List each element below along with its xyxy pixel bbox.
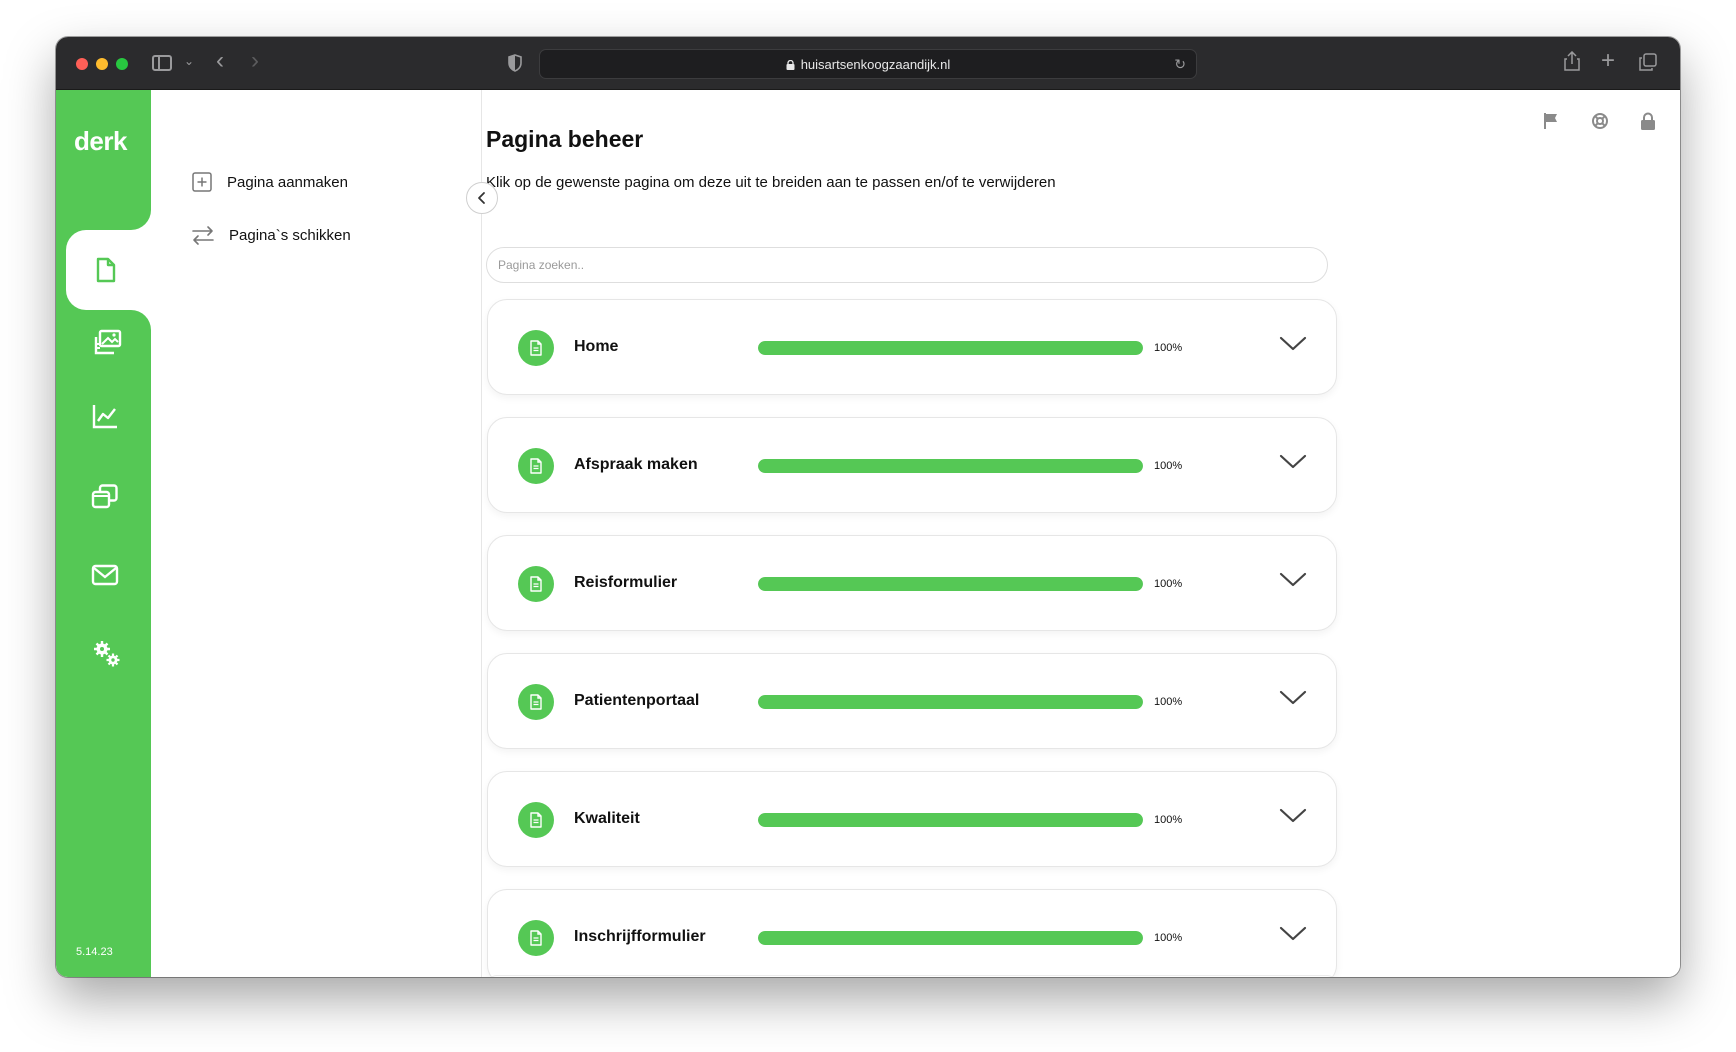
media-icon[interactable] (92, 327, 122, 357)
lock-icon[interactable] (1640, 112, 1656, 135)
minimize-window-button[interactable] (96, 58, 108, 70)
expand-chevron-icon[interactable] (1278, 924, 1308, 944)
rail-notch-bottom (131, 310, 151, 330)
collapse-panel-button[interactable] (466, 182, 498, 214)
page-progress-label: 100% (1154, 696, 1183, 708)
page-card-title: Inschrijfformulier (574, 928, 706, 945)
page-card[interactable]: Patientenportaal 100% (487, 653, 1337, 749)
page-card[interactable]: Inschrijfformulier 100% (487, 889, 1337, 977)
page-progress-fill (758, 813, 1143, 827)
forward-icon[interactable]: › (251, 49, 259, 73)
sidebar-toggle-icon[interactable] (152, 55, 172, 71)
expand-chevron-icon[interactable] (1278, 688, 1308, 708)
page-progress-label: 100% (1154, 932, 1183, 944)
page-progress-fill (758, 695, 1143, 709)
browser-titlebar: ⌄ ‹ › huisartsenkoogzaandijk.nl ↻ + (56, 37, 1680, 90)
page-progress-bar (758, 931, 1143, 945)
page-progress-fill (758, 931, 1143, 945)
cms-app: derk 5.14.23 Pagina aanmaken Pagina`s sc… (56, 90, 1680, 977)
app-version: 5.14.23 (76, 946, 113, 958)
privacy-shield-icon[interactable] (508, 54, 522, 72)
page-progress-bar (758, 459, 1143, 473)
page-card-title: Reisformulier (574, 574, 678, 591)
subnav-item-arrange-pages[interactable]: Pagina`s schikken (191, 224, 351, 246)
url-text: huisartsenkoogzaandijk.nl (800, 57, 951, 72)
statistics-icon[interactable] (90, 401, 120, 431)
document-icon[interactable] (90, 255, 120, 285)
page-file-icon (518, 566, 554, 602)
page-progress-fill (758, 341, 1143, 355)
page-progress-bar (758, 577, 1143, 591)
page-progress-label: 100% (1154, 342, 1183, 354)
plus-square-icon (191, 171, 213, 193)
page-search-input[interactable] (486, 247, 1328, 283)
page-card-title: Kwaliteit (574, 810, 640, 827)
page-progress-bar (758, 695, 1143, 709)
page-file-icon (518, 920, 554, 956)
page-file-icon (518, 684, 554, 720)
app-logo[interactable]: derk (74, 126, 127, 157)
page-file-icon (518, 802, 554, 838)
page-progress-label: 100% (1154, 814, 1183, 826)
new-tab-icon[interactable]: + (1601, 47, 1615, 75)
mail-icon[interactable] (90, 560, 120, 590)
page-card-partial[interactable] (487, 975, 1337, 977)
page-progress-bar (758, 813, 1143, 827)
back-icon[interactable]: ‹ (216, 49, 224, 73)
page-progress-fill (758, 459, 1143, 473)
address-bar[interactable]: huisartsenkoogzaandijk.nl ↻ (539, 49, 1197, 79)
expand-chevron-icon[interactable] (1278, 334, 1308, 354)
main-rail: derk 5.14.23 (56, 90, 151, 977)
page-card-title: Afspraak maken (574, 456, 698, 473)
flag-icon[interactable] (1542, 112, 1560, 135)
reload-icon[interactable]: ↻ (1174, 56, 1186, 73)
page-file-icon (518, 448, 554, 484)
tab-overview-icon[interactable] (1639, 53, 1657, 71)
page-subtitle: Klik op de gewenste pagina om deze uit t… (486, 174, 1056, 191)
subnav-item-create-page[interactable]: Pagina aanmaken (191, 171, 348, 193)
browser-window: ⌄ ‹ › huisartsenkoogzaandijk.nl ↻ + derk (56, 37, 1680, 977)
close-window-button[interactable] (76, 58, 88, 70)
lock-icon (786, 58, 795, 70)
page-file-icon (518, 330, 554, 366)
page-card[interactable]: Reisformulier 100% (487, 535, 1337, 631)
subnav-item-label: Pagina aanmaken (227, 173, 348, 191)
page-progress-label: 100% (1154, 460, 1183, 472)
page-card[interactable]: Afspraak maken 100% (487, 417, 1337, 513)
expand-chevron-icon[interactable] (1278, 570, 1308, 590)
expand-chevron-icon[interactable] (1278, 806, 1308, 826)
expand-chevron-icon[interactable] (1278, 452, 1308, 472)
page-progress-fill (758, 577, 1143, 591)
maximize-window-button[interactable] (116, 58, 128, 70)
support-icon[interactable] (1591, 112, 1609, 135)
chevron-left-icon (478, 192, 485, 204)
share-icon[interactable] (1564, 50, 1580, 76)
swap-arrows-icon (191, 224, 215, 246)
page-progress-label: 100% (1154, 578, 1183, 590)
page-card[interactable]: Kwaliteit 100% (487, 771, 1337, 867)
page-card-title: Home (574, 338, 619, 355)
page-card[interactable]: Home 100% (487, 299, 1337, 395)
page-card-title: Patientenportaal (574, 692, 700, 709)
page-progress-bar (758, 341, 1143, 355)
rail-notch-top (131, 210, 151, 230)
chevron-down-icon[interactable]: ⌄ (184, 54, 194, 68)
windows-icon[interactable] (90, 481, 120, 511)
subnav-item-label: Pagina`s schikken (229, 226, 351, 244)
page-title: Pagina beheer (486, 126, 644, 152)
settings-icon[interactable] (92, 639, 122, 669)
